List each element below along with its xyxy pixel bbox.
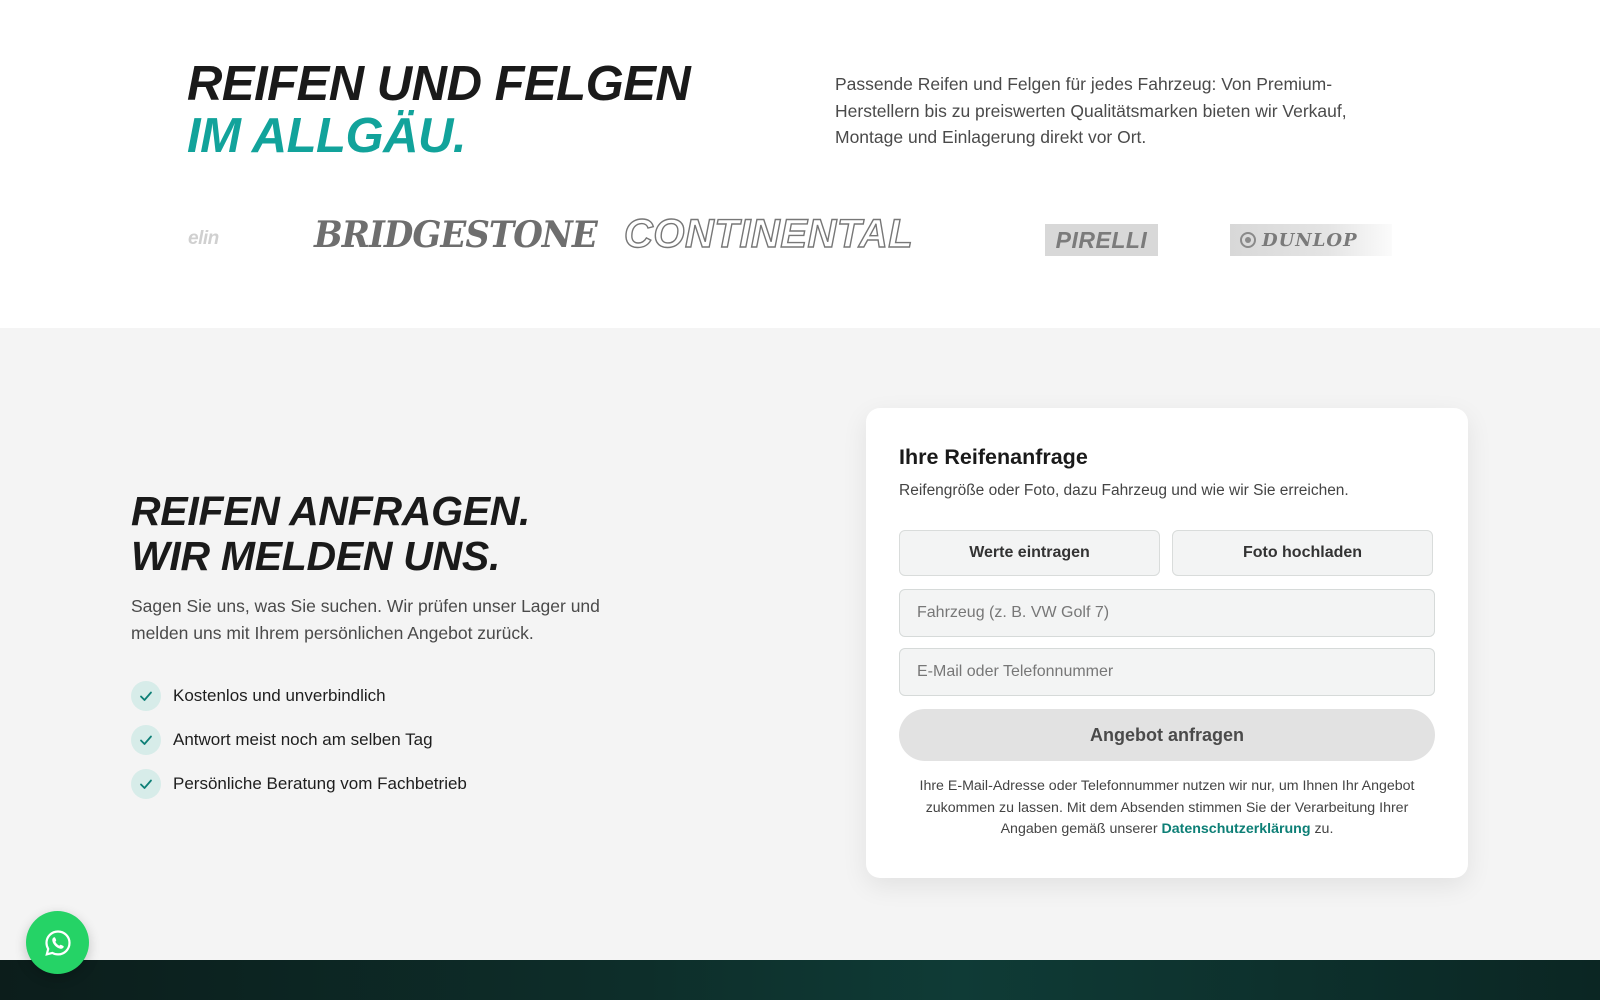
inquiry-title: REIFEN ANFRAGEN. WIR MELDEN UNS.: [131, 489, 530, 579]
benefit-label: Antwort meist noch am selben Tag: [173, 730, 433, 749]
dunlop-logo: DUNLOP: [1230, 224, 1392, 256]
benefit-item: Persönliche Beratung vom Fachbetrieb: [131, 769, 467, 799]
privacy-notice: Ihre E-Mail-Adresse oder Telefonnummer n…: [899, 776, 1435, 841]
hero-title: REIFEN UND FELGEN IM ALLGÄU.: [187, 57, 691, 163]
check-icon: [131, 769, 161, 799]
bridgestone-logo: BRIDGESTONE: [314, 213, 598, 257]
form-title: Ihre Reifenanfrage: [899, 445, 1088, 469]
benefits-list: Kostenlos und unverbindlich Antwort meis…: [131, 681, 467, 813]
form-subtitle: Reifengröße oder Foto, dazu Fahrzeug und…: [899, 482, 1349, 499]
continental-logo: CONTINENTAL: [623, 211, 914, 257]
dunlop-logo-text: DUNLOP: [1262, 229, 1358, 251]
pirelli-logo-text: PIRELLI: [1055, 226, 1148, 253]
vehicle-input[interactable]: [899, 589, 1435, 637]
bridgestone-logo-text: BRIDGESTONE: [314, 213, 598, 257]
benefit-label: Kostenlos und unverbindlich: [173, 686, 386, 705]
inquiry-title-line2: WIR MELDEN UNS.: [131, 533, 501, 579]
check-icon: [131, 725, 161, 755]
brands-section: REIFEN UND FELGEN IM ALLGÄU. Passende Re…: [0, 0, 1600, 328]
enter-values-button[interactable]: Werte eintragen: [899, 530, 1160, 576]
hero-title-line2: IM ALLGÄU.: [187, 109, 466, 163]
inquiry-title-line1: REIFEN ANFRAGEN.: [131, 488, 531, 534]
inquiry-form-card: Ihre Reifenanfrage Reifengröße oder Foto…: [866, 408, 1468, 878]
michelin-logo-text: elin: [188, 228, 219, 249]
privacy-text-end: zu.: [1310, 821, 1334, 837]
pirelli-logo: PIRELLI: [1045, 224, 1158, 256]
benefit-item: Kostenlos und unverbindlich: [131, 681, 467, 711]
michelin-logo: elin: [188, 228, 219, 250]
check-icon: [131, 681, 161, 711]
dunlop-emblem-icon: [1240, 232, 1256, 248]
benefit-label: Persönliche Beratung vom Fachbetrieb: [173, 774, 467, 793]
privacy-policy-link[interactable]: Datenschutzerklärung: [1162, 821, 1311, 837]
brand-logos: elin BRIDGESTONE CONTINENTAL PIRELLI DUN…: [0, 210, 1600, 270]
footer: [0, 960, 1600, 1000]
inquiry-description: Sagen Sie uns, was Sie suchen. Wir prüfe…: [131, 596, 600, 643]
hero-title-line1: REIFEN UND FELGEN: [187, 57, 691, 111]
whatsapp-icon: [44, 929, 71, 956]
continental-logo-text: CONTINENTAL: [623, 211, 914, 256]
benefit-item: Antwort meist noch am selben Tag: [131, 725, 467, 755]
inquiry-section: REIFEN ANFRAGEN. WIR MELDEN UNS. Sagen S…: [0, 328, 1600, 960]
contact-input[interactable]: [899, 648, 1435, 696]
whatsapp-button[interactable]: [26, 911, 89, 974]
request-offer-button[interactable]: Angebot anfragen: [899, 709, 1435, 761]
hero-description: Passende Reifen und Felgen für jedes Fah…: [835, 74, 1347, 147]
upload-photo-button[interactable]: Foto hochladen: [1172, 530, 1433, 576]
